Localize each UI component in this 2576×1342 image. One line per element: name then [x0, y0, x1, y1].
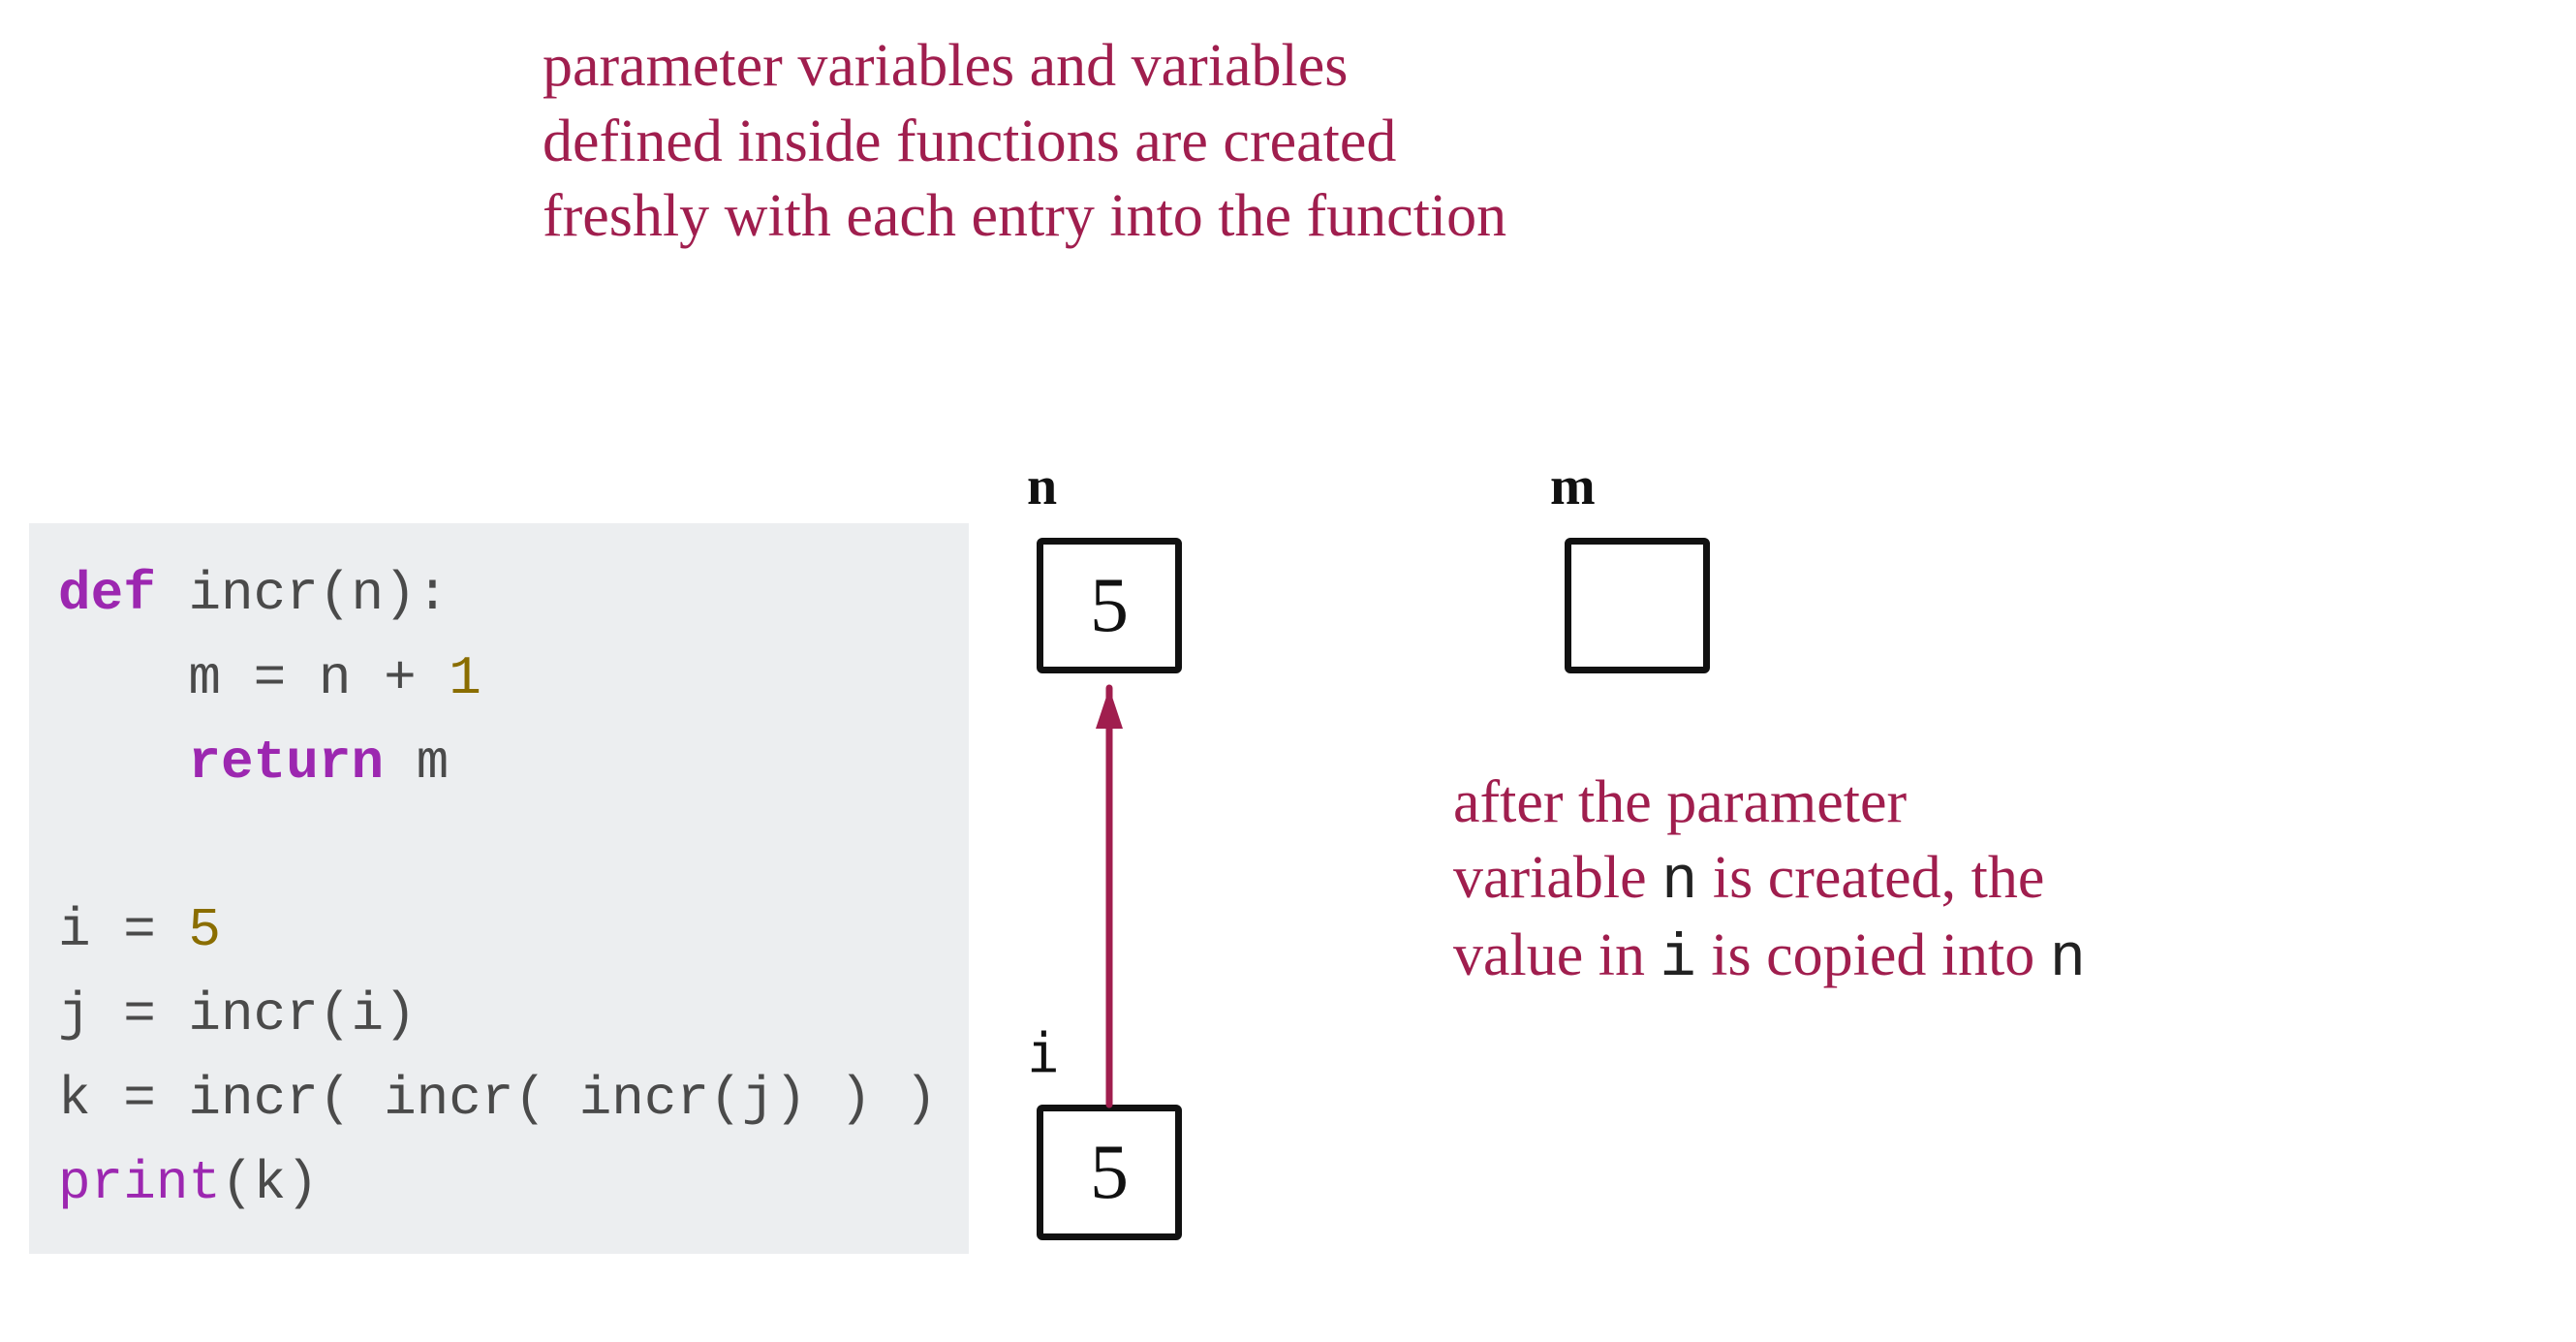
side-var-i: i: [1660, 924, 1696, 993]
line-k-b: incr( incr( incr(j) ) ): [156, 1068, 938, 1130]
code-block: def incr(n): m = n + 1 return m i = 5 j …: [29, 523, 969, 1254]
return-rest: m: [384, 732, 449, 794]
side-seg2b: is created, the: [1697, 845, 2044, 911]
body1-lhs: m: [58, 647, 254, 709]
side-seg2a: variable: [1453, 845, 1661, 911]
top-annotation-line1: parameter variables and variables: [543, 33, 1348, 99]
side-var-n: n: [1661, 847, 1697, 916]
side-seg3b: is copied into: [1696, 922, 2050, 988]
line-j-eq: =: [123, 983, 156, 1046]
top-annotation: parameter variables and variables define…: [543, 29, 2189, 255]
top-annotation-line3: freshly with each entry into the functio…: [543, 183, 1506, 249]
var-n-box: 5: [1037, 538, 1182, 673]
side-var-n2: n: [2050, 924, 2086, 993]
body1-num: 1: [417, 647, 481, 709]
line-j-b: incr(i): [156, 983, 417, 1046]
body1-rhs-a: n: [286, 647, 384, 709]
var-n-value: 5: [1090, 562, 1129, 650]
var-i-label: i: [1027, 1022, 1060, 1085]
body1-eq: =: [254, 647, 287, 709]
line-j-a: j: [58, 983, 123, 1046]
top-annotation-line2: defined inside functions are created: [543, 109, 1396, 174]
line-i-a: i: [58, 899, 123, 961]
var-m-label: m: [1550, 455, 1596, 517]
var-m-box: [1565, 538, 1710, 673]
arrow-i-to-n: [1080, 678, 1138, 1221]
kw-return: return: [58, 732, 384, 794]
side-seg1: after the parameter: [1453, 769, 1907, 835]
line-i-eq: =: [123, 899, 156, 961]
sig-rest: (n):: [319, 563, 449, 625]
body1-plus: +: [384, 647, 417, 709]
line-k-a: k: [58, 1068, 123, 1130]
kw-def: def: [58, 563, 156, 625]
line-print-rest: (k): [221, 1152, 319, 1214]
side-seg3a: value in: [1453, 922, 1660, 988]
var-n-label: n: [1027, 455, 1057, 517]
fn-name: incr: [188, 563, 318, 625]
line-k-eq: =: [123, 1068, 156, 1130]
side-annotation: after the parameter variable n is create…: [1453, 765, 2567, 997]
line-print-fn: print: [58, 1152, 221, 1214]
line-i-num: 5: [156, 899, 221, 961]
